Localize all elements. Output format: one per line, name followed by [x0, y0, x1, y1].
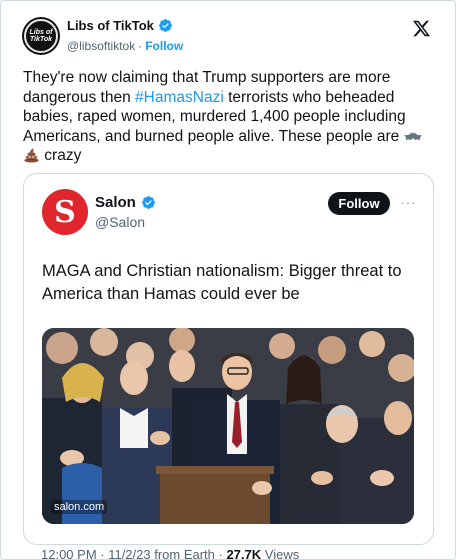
quoted-handle[interactable]: @Salon	[95, 214, 145, 230]
salon-avatar[interactable]: S	[42, 189, 88, 235]
tweet-text-part3: crazy	[40, 147, 82, 164]
tweet-card: Libs of TikTok Libs of TikTok @libsoftik…	[0, 0, 456, 560]
author-display-name[interactable]: Libs of TikTok	[67, 18, 154, 33]
verified-badge-icon	[159, 19, 172, 32]
avatar-text-line1: Libs of	[29, 29, 53, 36]
image-caption: salon.com	[51, 500, 108, 514]
tweet-meta: 12:00 PM · 11/2/23 from Earth · 27.7K Vi…	[41, 547, 299, 560]
tweet-text: They're now claiming that Trump supporte…	[23, 68, 433, 166]
avatar[interactable]: Libs of TikTok	[22, 17, 60, 55]
quoted-name-row: Salon	[95, 194, 156, 211]
poo-emoji-icon	[24, 147, 39, 163]
quoted-follow-button[interactable]: Follow	[328, 192, 390, 215]
author-name-row: Libs of TikTok	[67, 18, 173, 33]
x-logo-icon[interactable]	[412, 19, 431, 38]
author-handle-row: @libsoftiktok · Follow	[67, 39, 183, 53]
hashtag-link[interactable]: #HamasNazi	[135, 89, 224, 106]
follow-link[interactable]: Follow	[145, 39, 183, 53]
quoted-display-name[interactable]: Salon	[95, 194, 136, 211]
separator-dot: ·	[138, 39, 143, 53]
views-label: Views	[261, 547, 300, 560]
photo-illustration	[42, 328, 414, 524]
author-handle[interactable]: @libsoftiktok	[67, 39, 135, 53]
avatar-text-line2: TikTok	[29, 36, 53, 43]
tweet-timestamp[interactable]: 12:00 PM · 11/2/23 from Earth ·	[41, 547, 226, 560]
more-icon[interactable]: ···	[400, 194, 417, 210]
quoted-photo[interactable]: salon.com	[42, 328, 414, 524]
bat-emoji-icon	[403, 131, 422, 140]
views-count: 27.7K	[226, 547, 262, 560]
quoted-tweet[interactable]: S Salon @Salon Follow ··· MAGA and Chris…	[23, 173, 434, 545]
verified-badge-icon	[141, 196, 155, 209]
quoted-text: MAGA and Christian nationalism: Bigger t…	[42, 262, 402, 303]
